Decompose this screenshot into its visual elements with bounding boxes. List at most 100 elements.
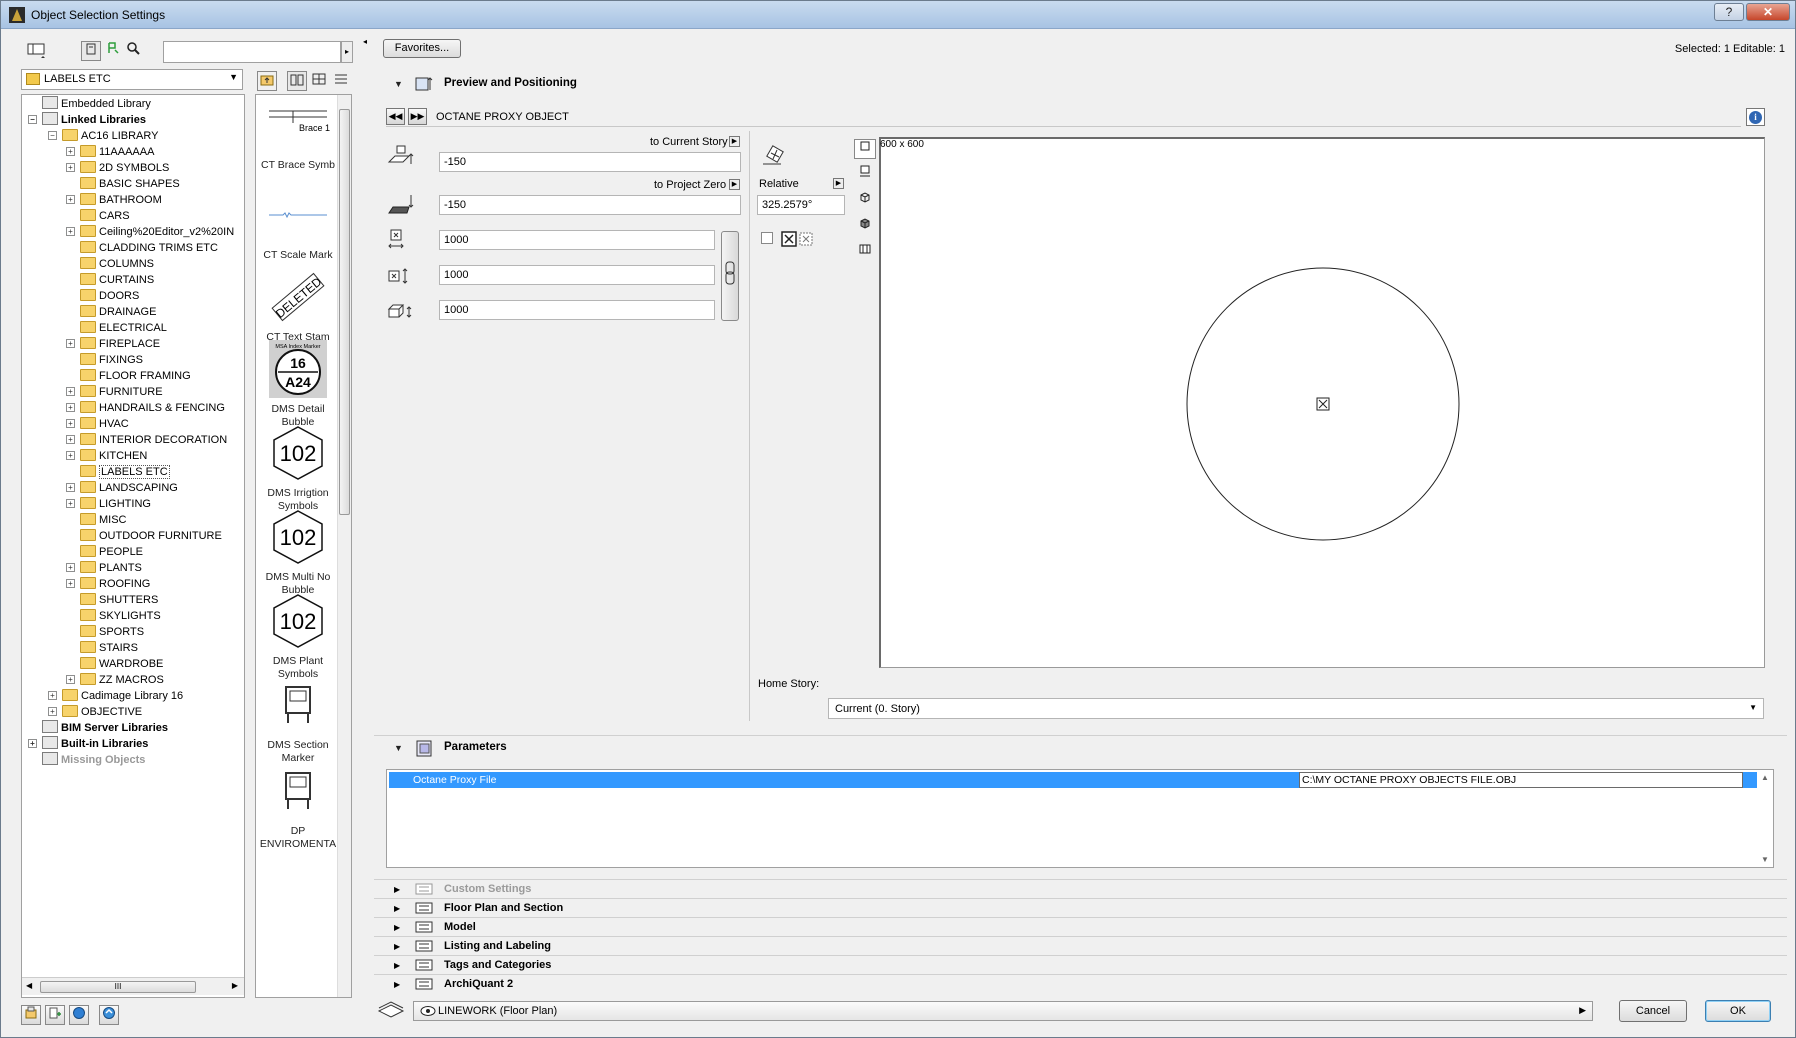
library-search-input[interactable]	[163, 41, 341, 63]
expand-icon[interactable]: +	[66, 451, 75, 460]
to-project-zero-toggle[interactable]: ▶	[729, 179, 740, 190]
collapsed-section-header[interactable]: ▶ Floor Plan and Section	[374, 898, 1787, 917]
scrollbar-thumb[interactable]: III	[40, 981, 196, 993]
tree-item[interactable]: DOORS	[80, 288, 139, 304]
tree-item[interactable]: CARS	[80, 208, 130, 224]
parameters-header[interactable]: ▼ Parameters	[374, 735, 1787, 759]
object-thumbnail[interactable]: MSA Index Marker 16 A24 DMS Detail Bubble	[256, 339, 340, 429]
object-thumbnail[interactable]: 102 DMS Multi No Bubble	[256, 507, 340, 597]
tree-item[interactable]: + FURNITURE	[66, 384, 163, 400]
tree-item[interactable]: COLUMNS	[80, 256, 154, 272]
object-preview-canvas[interactable]	[879, 137, 1765, 668]
tree-item[interactable]: Missing Objects	[42, 752, 145, 768]
3d-shaded-button[interactable]	[854, 217, 876, 237]
thumbnails-vertical-scrollbar[interactable]	[337, 95, 351, 997]
home-story-dropdown[interactable]: Current (0. Story) ▼	[828, 698, 1764, 719]
close-window-button[interactable]: ✕	[1746, 3, 1790, 21]
tree-item[interactable]: + Built-in Libraries	[28, 736, 148, 752]
table-row[interactable]: Octane Proxy File C:\MY OCTANE PROXY OBJ…	[389, 772, 1757, 788]
scroll-left-icon[interactable]: ◀	[26, 981, 32, 990]
tree-item[interactable]: Embedded Library	[42, 96, 151, 112]
library-manager-icon[interactable]	[21, 1005, 41, 1025]
parameters-scrollbar[interactable]: ▲ ▼	[1758, 771, 1772, 866]
collapsed-section-header[interactable]: ▶ ArchiQuant 2	[374, 974, 1787, 993]
expand-icon[interactable]: +	[28, 739, 37, 748]
info-button[interactable]: i	[1746, 108, 1765, 126]
expand-icon[interactable]: +	[66, 499, 75, 508]
collapse-icon[interactable]: −	[28, 115, 37, 124]
tree-item[interactable]: BASIC SHAPES	[80, 176, 180, 192]
width-field[interactable]: 1000	[439, 230, 715, 250]
tree-item[interactable]: + KITCHEN	[66, 448, 147, 464]
object-thumbnail[interactable]: DMS Section Marker	[256, 675, 340, 765]
collapse-triangle-icon[interactable]: ▼	[394, 743, 403, 753]
scroll-up-icon[interactable]: ▲	[1761, 773, 1769, 782]
collapsed-section-header[interactable]: ▶ Custom Settings	[374, 879, 1787, 898]
search-icon[interactable]	[123, 41, 143, 61]
height-field[interactable]: 1000	[439, 300, 715, 320]
expand-triangle-icon[interactable]: ▶	[394, 980, 400, 989]
tree-item[interactable]: + LIGHTING	[66, 496, 151, 512]
panel-layout-icon[interactable]	[27, 41, 47, 61]
depth-field[interactable]: 1000	[439, 265, 715, 285]
tree-item[interactable]: +2D SYMBOLS	[66, 160, 169, 176]
previous-object-button[interactable]: ◀◀	[386, 108, 405, 125]
cancel-button[interactable]: Cancel	[1619, 1000, 1687, 1022]
tree-item[interactable]: SHUTTERS	[80, 592, 158, 608]
expand-icon[interactable]: +	[66, 147, 75, 156]
list-view-icon[interactable]	[331, 71, 351, 91]
next-object-button[interactable]: ▶▶	[408, 108, 427, 125]
expand-icon[interactable]: +	[66, 163, 75, 172]
tree-item[interactable]: + HANDRAILS & FENCING	[66, 400, 225, 416]
tree-item[interactable]: + Ceiling%20Editor_v2%20IN	[66, 224, 234, 240]
side-view-button[interactable]	[854, 165, 876, 185]
tree-item[interactable]: PEOPLE	[80, 544, 143, 560]
expand-triangle-icon[interactable]: ▶	[394, 961, 400, 970]
elevation-view-button[interactable]	[854, 243, 876, 263]
3d-wireframe-button[interactable]	[854, 191, 876, 211]
tree-item[interactable]: MISC	[80, 512, 127, 528]
tree-item[interactable]: + INTERIOR DECORATION	[66, 432, 227, 448]
large-icons-view-icon[interactable]	[287, 71, 307, 91]
scroll-right-icon[interactable]: ▶	[232, 981, 238, 990]
mirror-alt-icon[interactable]	[799, 232, 813, 246]
collapse-icon[interactable]: −	[48, 131, 57, 140]
tree-item[interactable]: ELECTRICAL	[80, 320, 167, 336]
collapsed-section-header[interactable]: ▶ Model	[374, 917, 1787, 936]
2d-view-button[interactable]	[854, 139, 876, 159]
collapse-triangle-icon[interactable]: ▼	[394, 79, 403, 89]
collapse-arrow-icon[interactable]: ◂	[363, 37, 367, 46]
tree-item[interactable]: FLOOR FRAMING	[80, 368, 191, 384]
scroll-down-icon[interactable]: ▼	[1761, 855, 1769, 864]
tree-item[interactable]: LABELS ETC	[80, 464, 170, 480]
expand-icon[interactable]: +	[66, 675, 75, 684]
expand-icon[interactable]: +	[48, 707, 57, 716]
tree-item[interactable]: CLADDING TRIMS ETC	[80, 240, 218, 256]
tree-item[interactable]: OUTDOOR FURNITURE	[80, 528, 222, 544]
grid-view-icon[interactable]	[309, 71, 329, 91]
relative-toggle[interactable]: ▶	[833, 178, 844, 189]
tree-item[interactable]: + BATHROOM	[66, 192, 162, 208]
mirror-icon[interactable]	[781, 231, 797, 247]
tree-item[interactable]: + LANDSCAPING	[66, 480, 178, 496]
object-thumbnail[interactable]: 102 DMS Irrigtion Symbols	[256, 423, 340, 513]
object-thumbnail[interactable]: Brace 1 CT Brace Symb	[256, 95, 340, 172]
tree-item[interactable]: BIM Server Libraries	[42, 720, 168, 736]
help-button[interactable]: ?	[1714, 3, 1744, 21]
green-filter-icon[interactable]	[103, 41, 123, 61]
tree-item[interactable]: + Cadimage Library 16	[48, 688, 183, 704]
keep-proportions-chain-button[interactable]	[721, 231, 739, 321]
up-folder-icon[interactable]	[257, 71, 277, 91]
tree-item[interactable]: FIXINGS	[80, 352, 143, 368]
mirror-checkbox[interactable]	[761, 232, 773, 244]
scrollbar-thumb[interactable]	[339, 109, 350, 515]
tree-item[interactable]: + ROOFING	[66, 576, 150, 592]
tree-item[interactable]: CURTAINS	[80, 272, 154, 288]
tree-item[interactable]: SPORTS	[80, 624, 144, 640]
tree-item[interactable]: + ZZ MACROS	[66, 672, 164, 688]
expand-icon[interactable]: +	[66, 227, 75, 236]
folder-dropdown[interactable]: LABELS ETC ▼	[21, 69, 243, 90]
tree-item[interactable]: − Linked Libraries	[28, 112, 146, 128]
expand-icon[interactable]: +	[66, 483, 75, 492]
tree-item[interactable]: + PLANTS	[66, 560, 142, 576]
